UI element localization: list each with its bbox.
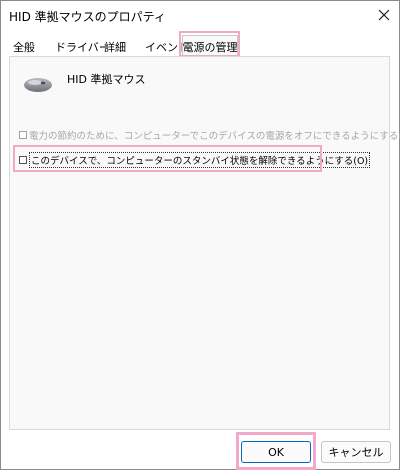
device-name: HID 準拠マウス bbox=[67, 73, 146, 86]
allow-wake-checkbox[interactable] bbox=[19, 156, 27, 164]
tab-strip: 全般 ドライバー 詳細 イベント 電源の管理 bbox=[1, 35, 399, 57]
mouse-icon bbox=[24, 78, 52, 92]
window-title: HID 準拠マウスのプロパティ bbox=[9, 10, 166, 24]
tab-power-management[interactable]: 電源の管理 bbox=[182, 35, 238, 57]
cancel-button[interactable]: キャンセル bbox=[321, 441, 391, 463]
allow-power-off-checkbox bbox=[19, 131, 27, 139]
tab-driver[interactable]: ドライバー bbox=[55, 39, 110, 55]
ok-button[interactable]: OK bbox=[241, 441, 311, 463]
close-button[interactable] bbox=[369, 1, 399, 29]
allow-wake-label[interactable]: このデバイスで、コンピューターのスタンバイ状態を解除できるようにする(O) bbox=[29, 152, 371, 168]
allow-wake-option[interactable]: このデバイスで、コンピューターのスタンバイ状態を解除できるようにする(O) bbox=[19, 152, 371, 168]
properties-dialog: HID 準拠マウスのプロパティ 全般 ドライバー 詳細 イベント 電源の管理 H… bbox=[0, 0, 400, 470]
title-bar: HID 準拠マウスのプロパティ bbox=[1, 1, 399, 29]
allow-power-off-label: 電力の節約のために、コンピューターでこのデバイスの電源をオフにできるようにする(… bbox=[29, 131, 400, 142]
close-icon bbox=[378, 9, 390, 21]
allow-power-off-option: 電力の節約のために、コンピューターでこのデバイスの電源をオフにできるようにする(… bbox=[19, 128, 400, 142]
tab-general[interactable]: 全般 bbox=[13, 39, 35, 55]
tab-panel: HID 準拠マウス 電力の節約のために、コンピューターでこのデバイスの電源をオフ… bbox=[9, 56, 400, 430]
tab-details[interactable]: 詳細 bbox=[104, 39, 126, 55]
